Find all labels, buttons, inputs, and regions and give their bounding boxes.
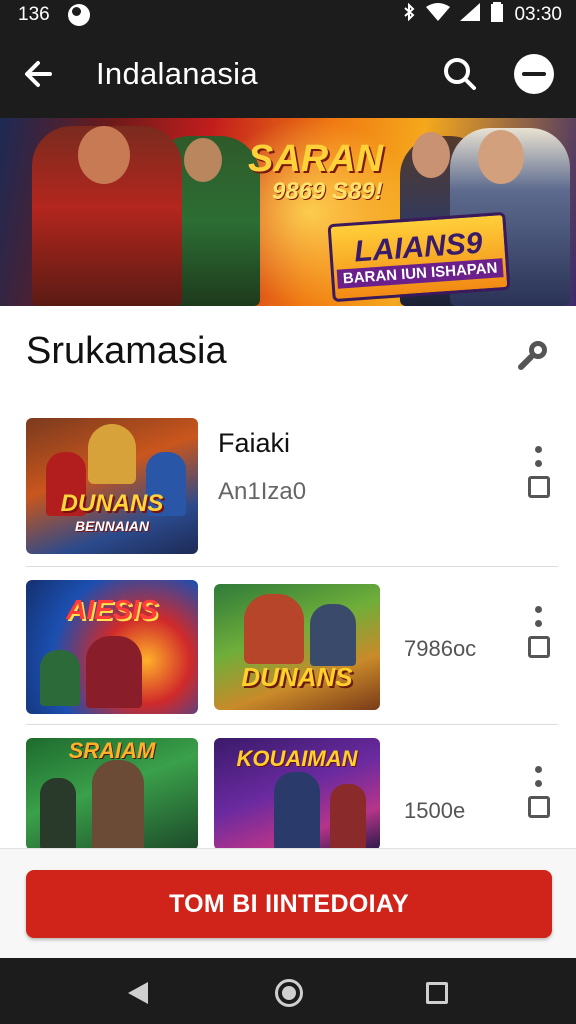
back-arrow-icon[interactable] bbox=[20, 52, 64, 96]
bluetooth-icon bbox=[402, 2, 416, 27]
thumbnail-label: SRAIAM bbox=[68, 738, 156, 763]
thumbnail-label: AIESIS bbox=[66, 594, 158, 625]
signal-icon bbox=[460, 3, 481, 27]
thumbnail-label: KOUAIMAN bbox=[236, 746, 358, 771]
game-value: 1500e bbox=[404, 798, 466, 823]
filter-search-icon[interactable] bbox=[516, 336, 552, 372]
search-icon[interactable] bbox=[440, 54, 480, 94]
status-bar: 136 03:30 bbox=[0, 0, 576, 30]
game-thumbnail[interactable]: SRAIAM bbox=[26, 738, 198, 850]
thumbnail-sublabel: BENNAIAN bbox=[75, 518, 149, 534]
game-thumbnail[interactable]: DUNANS bbox=[214, 584, 380, 710]
game-thumbnail[interactable]: KOUAIMAN bbox=[214, 738, 380, 850]
banner-subline: 9869 S89! bbox=[272, 178, 383, 205]
row-menu-icon[interactable] bbox=[526, 766, 552, 826]
thumbnail-label: DUNANS bbox=[60, 490, 164, 517]
divider bbox=[26, 724, 558, 725]
game-title[interactable]: Faiaki bbox=[218, 428, 290, 459]
nav-recents-icon[interactable] bbox=[426, 982, 448, 1004]
app-title: Indalanasia bbox=[96, 56, 258, 91]
game-value: 7986oc bbox=[404, 636, 477, 661]
divider bbox=[26, 566, 558, 567]
battery-icon bbox=[490, 2, 504, 28]
notification-icon bbox=[67, 4, 90, 26]
status-left-text: 136 bbox=[18, 4, 50, 25]
nav-back-icon[interactable] bbox=[128, 982, 148, 1004]
section-title: Srukamasia bbox=[26, 330, 227, 372]
nav-home-icon[interactable] bbox=[275, 979, 303, 1007]
game-thumbnail[interactable]: DUNANS BENNAIAN bbox=[26, 418, 198, 554]
wifi-icon bbox=[426, 3, 451, 27]
banner-logo: LAIANS9 BARAN IUN ISHAPAN bbox=[327, 211, 511, 303]
thumbnail-label: DUNANS bbox=[241, 662, 353, 692]
status-time: 03:30 bbox=[514, 4, 562, 25]
more-options-icon[interactable] bbox=[514, 54, 554, 94]
row-menu-icon[interactable] bbox=[526, 606, 552, 666]
game-subtitle: An1Iza0 bbox=[218, 478, 307, 505]
row-menu-icon[interactable] bbox=[526, 446, 552, 506]
app-bar: Indalanasia bbox=[0, 30, 576, 118]
banner-headline: SARAN bbox=[248, 138, 384, 180]
primary-action-button[interactable]: TOM BI IINTEDOIAY bbox=[26, 870, 552, 938]
game-thumbnail[interactable]: AIESIS bbox=[26, 580, 198, 714]
